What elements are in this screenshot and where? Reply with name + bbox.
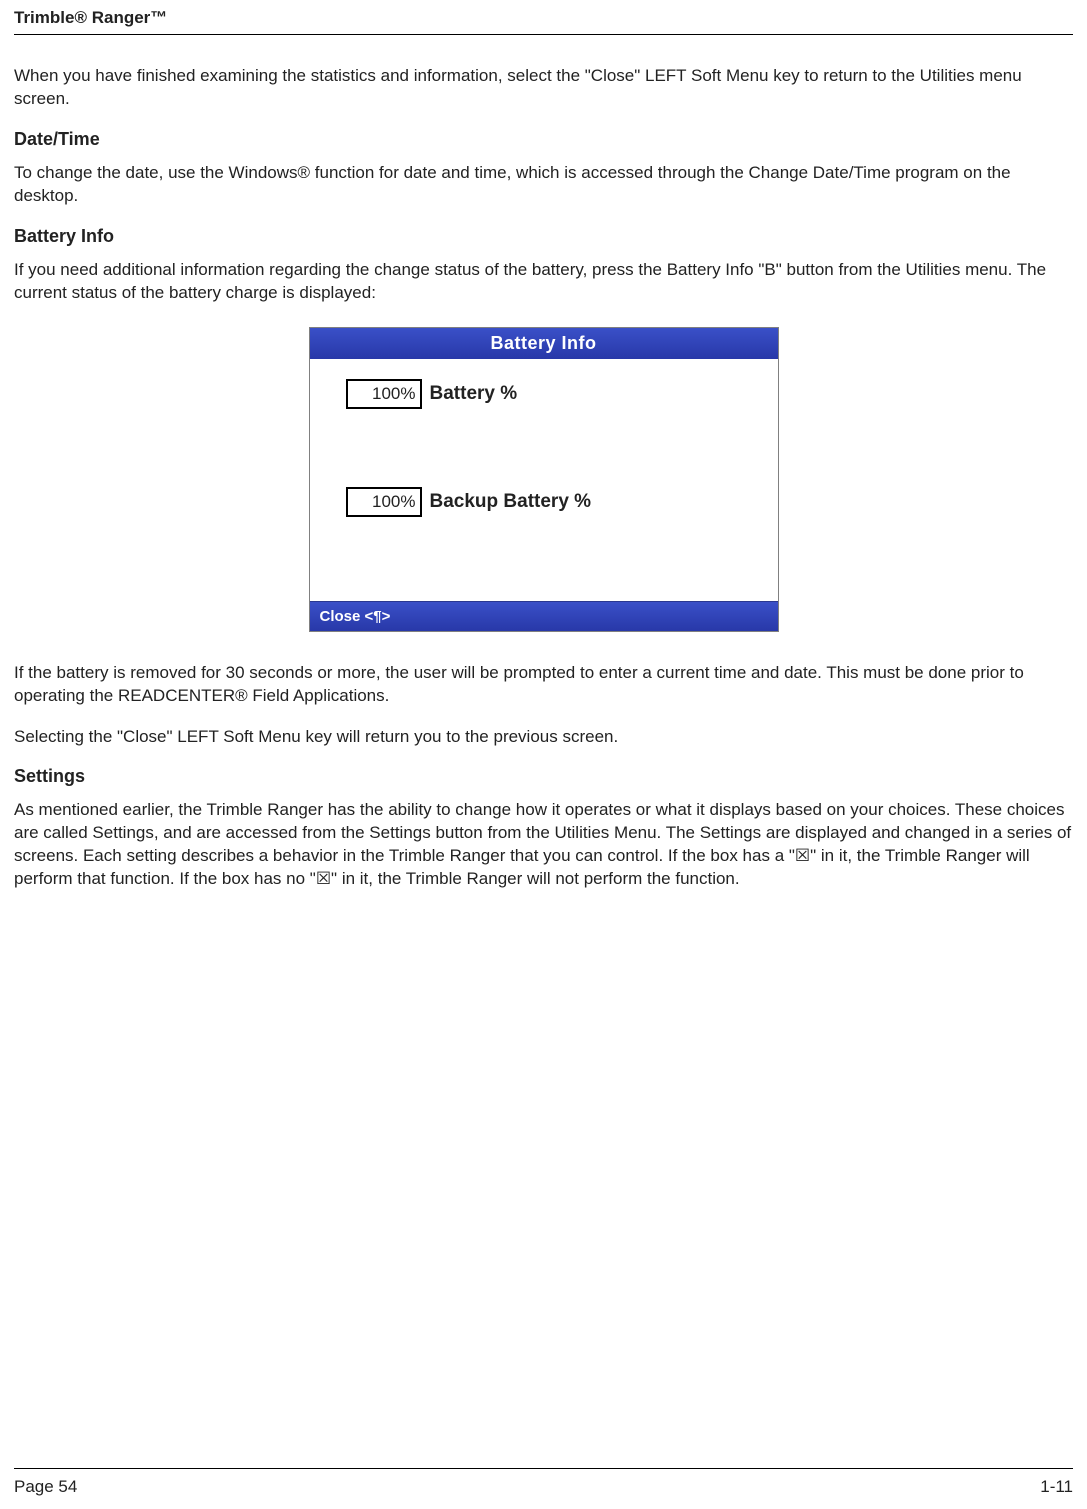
footer: Page 54 1-11	[14, 1477, 1073, 1497]
battery-info-window: Battery Info 100% Battery % 100% Backup …	[309, 327, 779, 632]
battery-percent-row: 100% Battery %	[346, 379, 750, 409]
document-header-title: Trimble® Ranger™	[14, 8, 1073, 34]
footer-rule	[14, 1468, 1073, 1469]
backup-battery-percent-label: Backup Battery %	[430, 491, 592, 513]
intro-paragraph: When you have finished examining the sta…	[14, 65, 1073, 111]
footer-page-right: 1-11	[1040, 1477, 1073, 1497]
battery-info-body1: If you need additional information regar…	[14, 259, 1073, 305]
settings-body: As mentioned earlier, the Trimble Ranger…	[14, 799, 1073, 891]
battery-info-body2: If the battery is removed for 30 seconds…	[14, 662, 1073, 708]
battery-percent-label: Battery %	[430, 383, 518, 405]
header-rule	[14, 34, 1073, 35]
datetime-heading: Date/Time	[14, 129, 1073, 150]
battery-info-body: 100% Battery % 100% Backup Battery %	[310, 359, 778, 601]
settings-heading: Settings	[14, 766, 1073, 787]
close-softkey[interactable]: Close <¶>	[320, 608, 391, 625]
battery-info-titlebar: Battery Info	[310, 328, 778, 359]
battery-info-heading: Battery Info	[14, 226, 1073, 247]
battery-info-body3: Selecting the "Close" LEFT Soft Menu key…	[14, 726, 1073, 749]
softkey-bar: Close <¶>	[310, 601, 778, 631]
footer-page-left: Page 54	[14, 1477, 77, 1497]
backup-battery-percent-value: 100%	[346, 487, 422, 517]
datetime-body: To change the date, use the Windows® fun…	[14, 162, 1073, 208]
backup-battery-percent-row: 100% Backup Battery %	[346, 487, 750, 517]
battery-percent-value: 100%	[346, 379, 422, 409]
battery-screenshot: Battery Info 100% Battery % 100% Backup …	[14, 327, 1073, 632]
